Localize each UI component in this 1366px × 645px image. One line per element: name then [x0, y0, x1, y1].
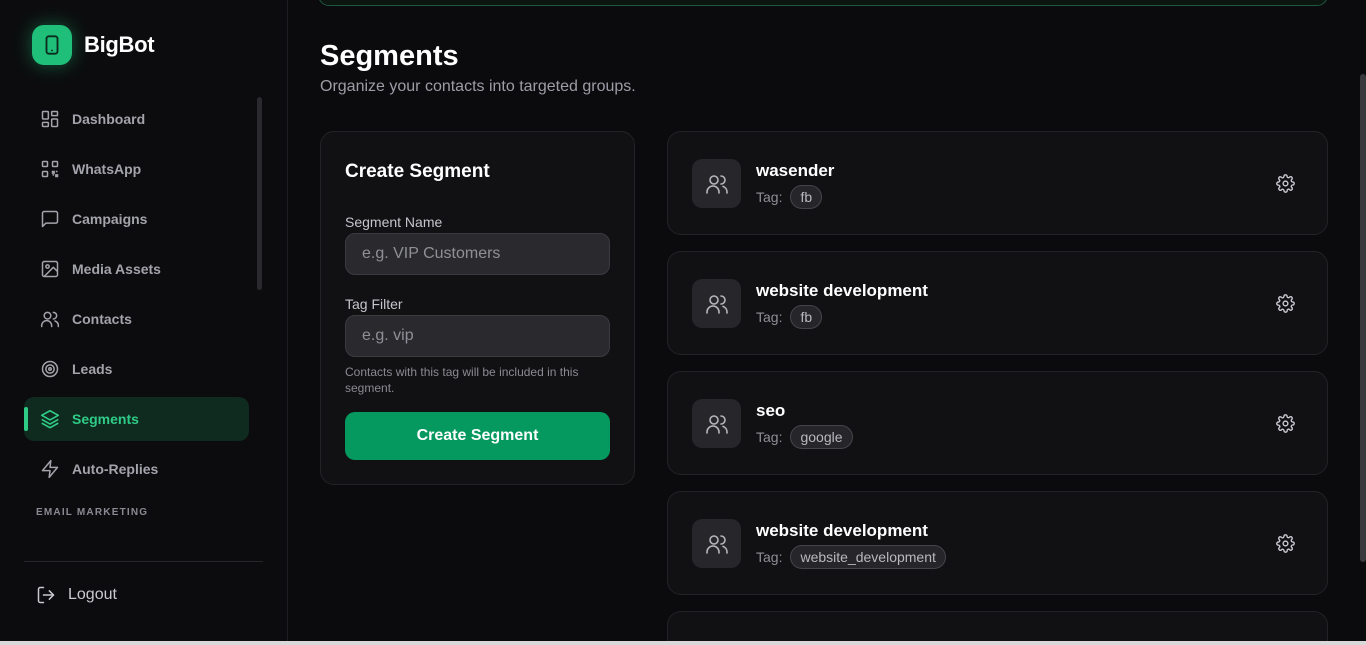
tag-badge: website_development — [790, 545, 946, 569]
tag-badge: fb — [790, 305, 823, 329]
tag-badge: google — [790, 425, 853, 449]
sidebar-item-whatsapp[interactable]: WhatsApp — [24, 147, 249, 191]
sidebar-item-label: Media Assets — [72, 261, 161, 277]
segment-name: wasender — [756, 161, 835, 180]
page-subtitle: Organize your contacts into targeted gro… — [320, 78, 636, 95]
sidebar-item-media-assets[interactable]: Media Assets — [24, 247, 249, 291]
sidebar-item-dashboard[interactable]: Dashboard — [24, 97, 249, 141]
gear-icon[interactable] — [1275, 173, 1295, 193]
segment-card[interactable]: website development Tag: fb — [667, 251, 1328, 355]
create-segment-card: Create Segment Segment Name Tag Filter C… — [320, 131, 635, 485]
users-icon — [692, 159, 741, 208]
tag-filter-input[interactable] — [345, 315, 610, 357]
create-segment-button[interactable]: Create Segment — [345, 412, 610, 460]
tag-label: Tag: — [756, 429, 783, 445]
segment-name: website development — [756, 281, 928, 300]
top-banner — [318, 0, 1328, 6]
tag-label: Tag: — [756, 549, 783, 565]
brand[interactable]: BigBot — [32, 25, 155, 65]
users-icon — [692, 399, 741, 448]
segment-name-input[interactable] — [345, 233, 610, 275]
segment-tag-row: Tag: website_development — [756, 545, 946, 569]
window-bottom-edge — [0, 641, 1366, 645]
layers-icon — [39, 408, 61, 430]
segment-name: website development — [756, 521, 928, 540]
users-icon — [692, 519, 741, 568]
logout-icon — [36, 585, 56, 605]
gear-icon[interactable] — [1275, 533, 1295, 553]
section-label-email-marketing: EMAIL MARKETING — [36, 507, 149, 518]
segment-card[interactable]: seo Tag: google — [667, 371, 1328, 475]
segment-name: seo — [756, 401, 786, 420]
page-scrollbar[interactable] — [1360, 74, 1366, 562]
sidebar-item-label: Leads — [72, 361, 113, 377]
tag-badge: fb — [790, 185, 823, 209]
sidebar: BigBot Dashboard WhatsApp Campaigns Medi… — [0, 0, 288, 641]
gear-icon[interactable] — [1275, 293, 1295, 313]
segment-tag-row: Tag: fb — [756, 305, 823, 329]
page-title: Segments — [320, 40, 459, 72]
qr-code-icon — [39, 158, 61, 180]
segment-card-partial[interactable] — [667, 611, 1328, 645]
sidebar-item-contacts[interactable]: Contacts — [24, 297, 249, 341]
sidebar-item-label: Dashboard — [72, 111, 146, 127]
tag-filter-hint: Contacts with this tag will be included … — [345, 365, 579, 395]
sidebar-item-label: Campaigns — [72, 211, 148, 227]
segment-card[interactable]: wasender Tag: fb — [667, 131, 1328, 235]
message-square-icon — [39, 208, 61, 230]
segment-name-label: Segment Name — [345, 214, 443, 230]
users-icon — [39, 308, 61, 330]
sidebar-item-campaigns[interactable]: Campaigns — [24, 197, 249, 241]
smartphone-icon — [32, 25, 72, 65]
sidebar-item-auto-replies[interactable]: Auto-Replies — [24, 447, 249, 491]
sidebar-item-leads[interactable]: Leads — [24, 347, 249, 391]
tag-label: Tag: — [756, 309, 783, 325]
gear-icon[interactable] — [1275, 413, 1295, 433]
create-segment-title: Create Segment — [345, 161, 490, 182]
sidebar-item-label: Auto-Replies — [72, 461, 159, 477]
users-icon — [692, 279, 741, 328]
logout-label: Logout — [68, 586, 117, 603]
image-icon — [39, 258, 61, 280]
zap-icon — [39, 458, 61, 480]
sidebar-divider — [24, 561, 263, 562]
logout-button[interactable]: Logout — [36, 585, 117, 605]
tag-label: Tag: — [756, 189, 783, 205]
grid-icon — [39, 108, 61, 130]
target-icon — [39, 358, 61, 380]
sidebar-item-label: Segments — [72, 411, 139, 427]
segment-tag-row: Tag: fb — [756, 185, 823, 209]
sidebar-item-segments[interactable]: Segments — [24, 397, 249, 441]
sidebar-nav: Dashboard WhatsApp Campaigns Media Asset… — [24, 97, 249, 497]
tag-filter-label: Tag Filter — [345, 296, 403, 312]
sidebar-item-label: WhatsApp — [72, 161, 142, 177]
segment-tag-row: Tag: google — [756, 425, 853, 449]
sidebar-scrollbar[interactable] — [257, 97, 262, 290]
sidebar-item-label: Contacts — [72, 311, 132, 327]
segment-card[interactable]: website development Tag: website_develop… — [667, 491, 1328, 595]
brand-name: BigBot — [84, 32, 155, 57]
